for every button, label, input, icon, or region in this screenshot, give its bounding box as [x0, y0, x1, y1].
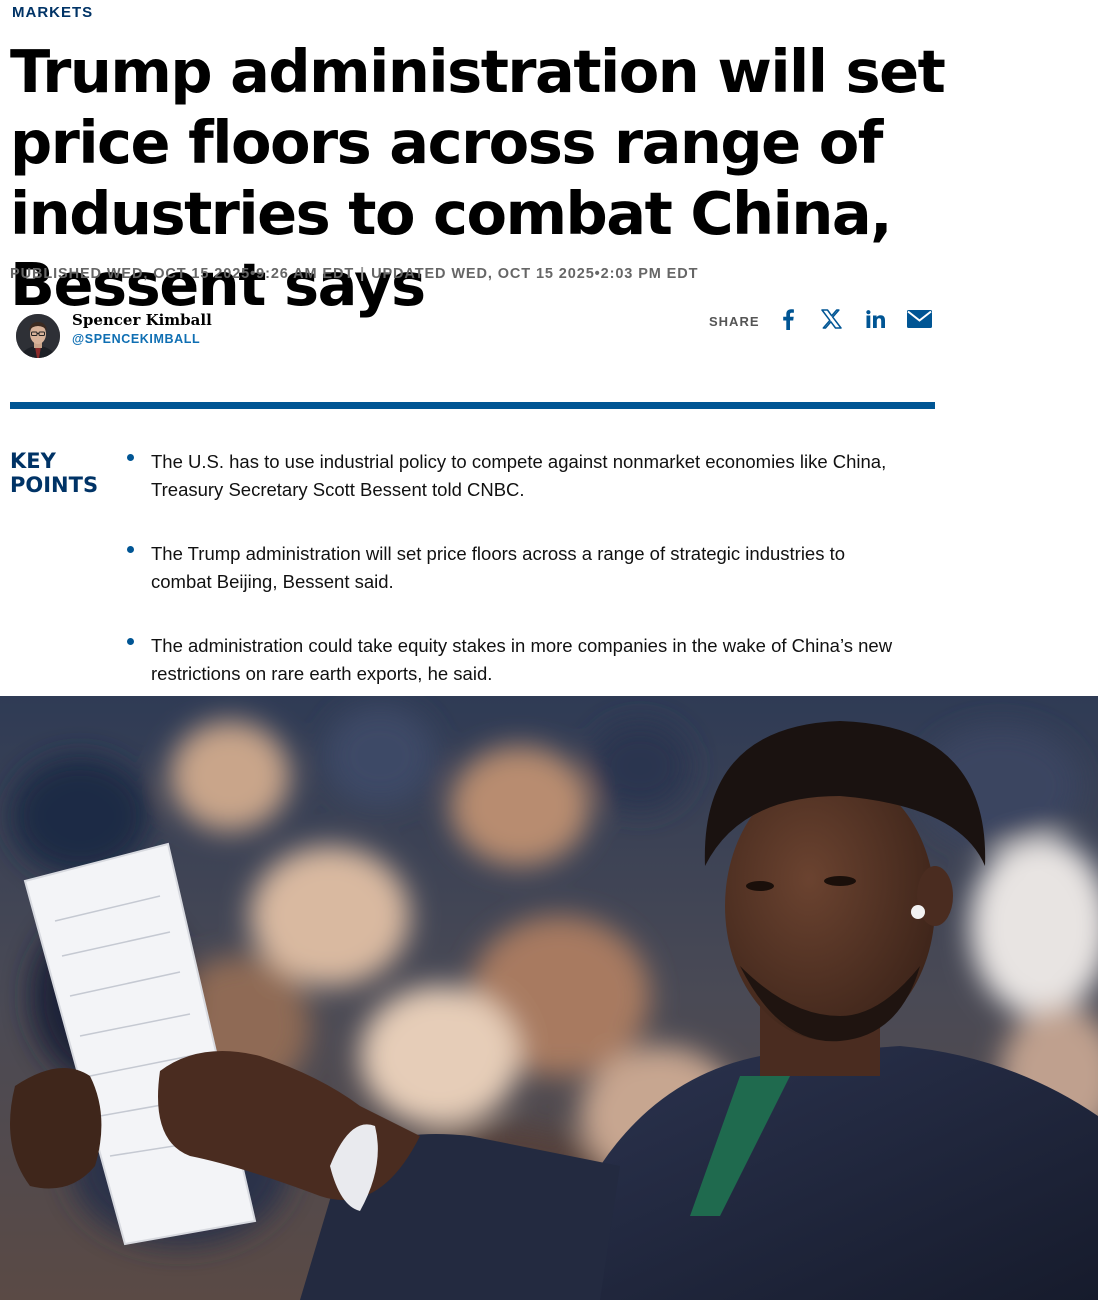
share-email-button[interactable]	[906, 308, 934, 334]
author-name[interactable]: Spencer Kimball	[72, 311, 212, 329]
key-point-text: The U.S. has to use industrial policy to…	[151, 451, 887, 500]
key-points-list: The U.S. has to use industrial policy to…	[126, 448, 896, 724]
share-facebook-button[interactable]	[774, 308, 802, 334]
bullet-icon	[127, 454, 134, 461]
key-point-text: The administration could take equity sta…	[151, 635, 893, 684]
section-tag-markets[interactable]: MARKETS	[12, 4, 93, 21]
share-bar: SHARE	[709, 308, 934, 334]
updated-time: UPDATED WED, OCT 15 2025•2:03 PM EDT	[371, 266, 699, 282]
share-x-button[interactable]	[818, 308, 846, 334]
author-twitter-handle[interactable]: @SPENCEKIMBALL	[72, 332, 200, 346]
bullet-icon	[127, 546, 134, 553]
share-linkedin-button[interactable]	[862, 308, 890, 334]
x-icon	[821, 308, 842, 334]
key-points-title-line2: POINTS	[10, 473, 99, 497]
share-label: SHARE	[709, 313, 760, 329]
bullet-icon	[127, 638, 134, 645]
section-divider	[10, 402, 935, 409]
key-points-title-line1: KEY	[10, 449, 56, 473]
hero-image[interactable]	[0, 696, 1098, 1300]
key-point-item: The U.S. has to use industrial policy to…	[126, 448, 896, 503]
key-point-item: The Trump administration will set price …	[126, 540, 896, 595]
timestamp-separator: |	[360, 266, 366, 282]
key-point-item: The administration could take equity sta…	[126, 632, 896, 687]
key-points-title: KEY POINTS	[10, 449, 120, 497]
article-timestamps: PUBLISHED WED, OCT 15 2025•9:26 AM EDT | U…	[10, 266, 698, 282]
key-point-text: The Trump administration will set price …	[151, 543, 846, 592]
author-avatar[interactable]	[16, 314, 60, 358]
linkedin-icon	[865, 309, 886, 333]
facebook-icon	[781, 308, 795, 335]
published-time: PUBLISHED WED, OCT 15 2025•9:26 AM EDT	[10, 266, 355, 282]
email-icon	[907, 309, 933, 333]
